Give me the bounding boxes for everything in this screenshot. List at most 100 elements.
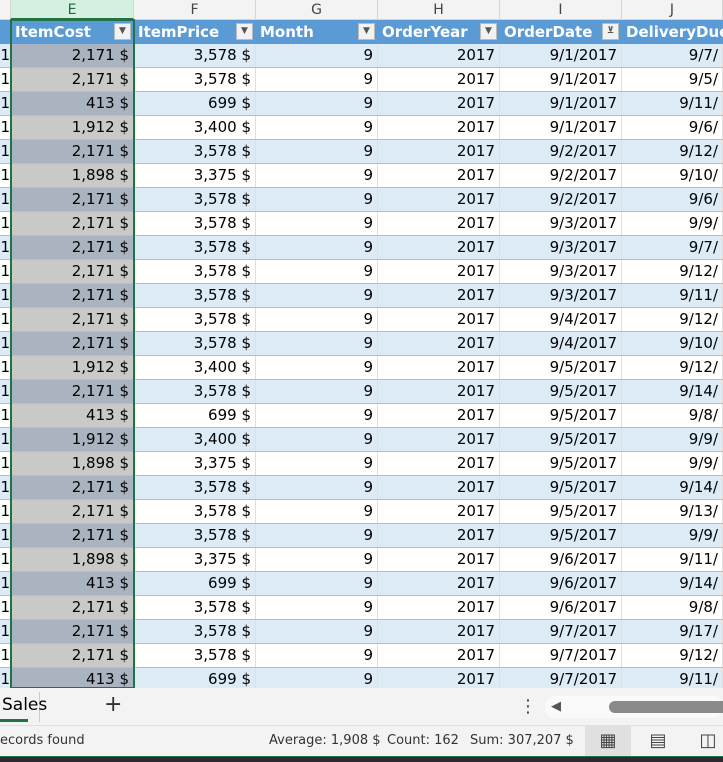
table-cell[interactable]: 9/2/2017 <box>500 188 622 211</box>
table-cell[interactable]: 1 <box>0 380 11 403</box>
table-header-cell[interactable] <box>0 20 11 44</box>
table-cell[interactable]: 2,171 $ <box>11 260 134 283</box>
table-cell[interactable]: 2017 <box>378 68 500 91</box>
table-cell[interactable]: 3,400 $ <box>134 356 256 379</box>
table-cell[interactable]: 9/12/ <box>622 140 723 163</box>
table-cell[interactable]: 9 <box>256 524 378 547</box>
table-cell[interactable]: 9 <box>256 644 378 667</box>
table-cell[interactable]: 1 <box>0 428 11 451</box>
table-cell[interactable]: 2,171 $ <box>11 476 134 499</box>
table-cell[interactable]: 2,171 $ <box>11 212 134 235</box>
table-cell[interactable]: 2017 <box>378 188 500 211</box>
table-cell[interactable]: 3,578 $ <box>134 212 256 235</box>
table-cell[interactable]: 3,375 $ <box>134 548 256 571</box>
table-cell[interactable]: 2017 <box>378 44 500 67</box>
table-cell[interactable]: 2,171 $ <box>11 620 134 643</box>
table-cell[interactable]: 9/2/2017 <box>500 140 622 163</box>
table-cell[interactable]: 1 <box>0 524 11 547</box>
dropdown-icon[interactable]: ▼ <box>114 23 131 40</box>
table-cell[interactable]: 9 <box>256 116 378 139</box>
table-header-cell[interactable]: DeliveryDueD <box>622 20 723 44</box>
table-cell[interactable]: 2017 <box>378 644 500 667</box>
table-cell[interactable]: 1 <box>0 476 11 499</box>
table-cell[interactable]: 3,578 $ <box>134 524 256 547</box>
table-cell[interactable]: 9/1/2017 <box>500 116 622 139</box>
table-cell[interactable]: 699 $ <box>134 572 256 595</box>
table-cell[interactable]: 3,578 $ <box>134 284 256 307</box>
table-cell[interactable]: 9/5/2017 <box>500 380 622 403</box>
table-cell[interactable]: 9/3/2017 <box>500 284 622 307</box>
table-cell[interactable]: 9/8/ <box>622 596 723 619</box>
table-cell[interactable]: 2017 <box>378 404 500 427</box>
table-cell[interactable]: 2017 <box>378 236 500 259</box>
table-cell[interactable]: 1 <box>0 236 11 259</box>
table-cell[interactable]: 1 <box>0 308 11 331</box>
table-cell[interactable]: 2,171 $ <box>11 524 134 547</box>
table-cell[interactable]: 3,578 $ <box>134 596 256 619</box>
table-cell[interactable]: 9/9/ <box>622 524 723 547</box>
table-cell[interactable]: 413 $ <box>11 404 134 427</box>
table-cell[interactable]: 9/3/2017 <box>500 260 622 283</box>
more-options-icon[interactable]: ⋮ <box>519 696 537 717</box>
table-cell[interactable]: 2,171 $ <box>11 68 134 91</box>
table-cell[interactable]: 2017 <box>378 620 500 643</box>
table-cell[interactable]: 2017 <box>378 116 500 139</box>
table-cell[interactable]: 3,578 $ <box>134 140 256 163</box>
table-cell[interactable]: 3,578 $ <box>134 308 256 331</box>
table-cell[interactable]: 9 <box>256 572 378 595</box>
table-cell[interactable]: 9/5/2017 <box>500 452 622 475</box>
table-cell[interactable]: 2017 <box>378 164 500 187</box>
table-cell[interactable]: 9/3/2017 <box>500 212 622 235</box>
table-cell[interactable]: 9/12/ <box>622 260 723 283</box>
table-cell[interactable]: 2017 <box>378 500 500 523</box>
table-cell[interactable]: 1 <box>0 212 11 235</box>
table-cell[interactable]: 9/1/2017 <box>500 68 622 91</box>
table-cell[interactable]: 3,400 $ <box>134 428 256 451</box>
scrollbar-thumb[interactable] <box>609 701 723 713</box>
table-cell[interactable]: 2,171 $ <box>11 380 134 403</box>
table-header-cell[interactable]: OrderDate ⊻ <box>500 20 622 44</box>
table-cell[interactable]: 9 <box>256 404 378 427</box>
table-cell[interactable]: 2017 <box>378 476 500 499</box>
table-cell[interactable]: 9 <box>256 260 378 283</box>
table-cell[interactable]: 9/7/2017 <box>500 668 622 688</box>
table-header-cell[interactable]: ItemPrice ▼ <box>134 20 256 44</box>
table-cell[interactable]: 9/2/2017 <box>500 164 622 187</box>
table-cell[interactable]: 1 <box>0 500 11 523</box>
table-cell[interactable]: 9 <box>256 188 378 211</box>
table-cell[interactable]: 699 $ <box>134 92 256 115</box>
table-cell[interactable]: 1,898 $ <box>11 452 134 475</box>
table-cell[interactable]: 9 <box>256 68 378 91</box>
table-cell[interactable]: 9/6/2017 <box>500 572 622 595</box>
table-cell[interactable]: 699 $ <box>134 404 256 427</box>
table-cell[interactable]: 9/8/ <box>622 404 723 427</box>
spreadsheet-grid[interactable]: ItemCost ▼ ItemPrice ▼ Month ▼ OrderYear ▼ Order… <box>0 20 723 688</box>
horizontal-scrollbar[interactable]: ◀ <box>545 696 723 718</box>
table-cell[interactable]: 9 <box>256 284 378 307</box>
table-cell[interactable]: 3,578 $ <box>134 620 256 643</box>
table-cell[interactable]: 699 $ <box>134 668 256 688</box>
table-cell[interactable]: 9/14/ <box>622 572 723 595</box>
add-sheet-button[interactable]: + <box>104 692 122 717</box>
table-cell[interactable]: 1 <box>0 548 11 571</box>
table-cell[interactable]: 9 <box>256 596 378 619</box>
table-cell[interactable]: 2,171 $ <box>11 44 134 67</box>
table-cell[interactable]: 9/9/ <box>622 452 723 475</box>
column-header-H[interactable]: H <box>378 0 500 20</box>
table-cell[interactable]: 9 <box>256 428 378 451</box>
table-header-cell[interactable]: OrderYear ▼ <box>378 20 500 44</box>
table-cell[interactable]: 2017 <box>378 212 500 235</box>
table-cell[interactable]: 3,578 $ <box>134 380 256 403</box>
table-cell[interactable]: 2017 <box>378 332 500 355</box>
table-header-cell[interactable]: ItemCost ▼ <box>11 20 134 44</box>
table-header-cell[interactable]: Month ▼ <box>256 20 378 44</box>
table-cell[interactable]: 1 <box>0 356 11 379</box>
table-cell[interactable]: 2,171 $ <box>11 332 134 355</box>
table-cell[interactable]: 9 <box>256 92 378 115</box>
sheet-tab-sales[interactable]: Sales <box>0 692 47 722</box>
table-cell[interactable]: 9/9/ <box>622 428 723 451</box>
table-cell[interactable]: 9/12/ <box>622 644 723 667</box>
table-cell[interactable]: 9/1/2017 <box>500 44 622 67</box>
table-cell[interactable]: 9/4/2017 <box>500 332 622 355</box>
table-cell[interactable]: 9 <box>256 452 378 475</box>
